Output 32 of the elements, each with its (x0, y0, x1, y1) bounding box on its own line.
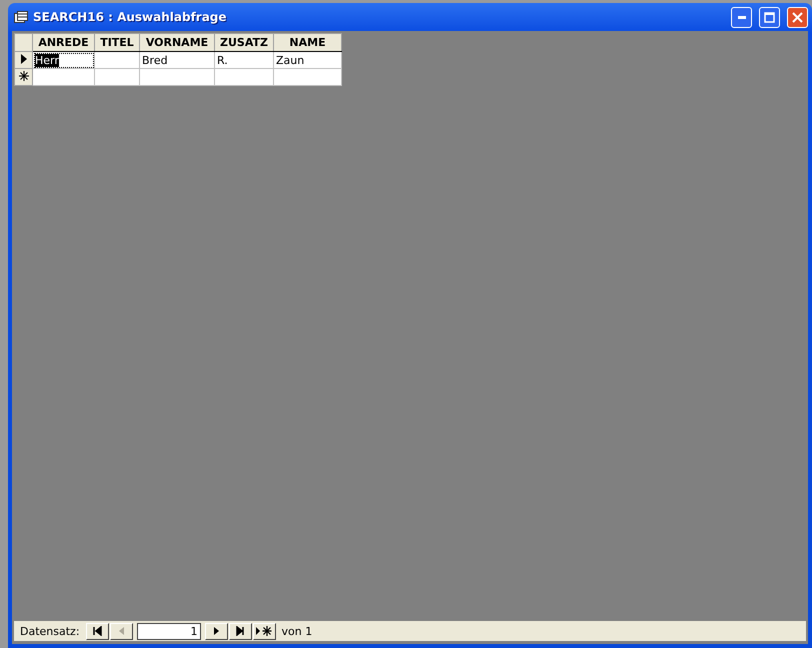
column-header[interactable]: VORNAME (140, 34, 214, 52)
triangle-icon (234, 626, 246, 636)
first-record-button[interactable] (86, 622, 109, 640)
new-record-button[interactable] (252, 622, 276, 640)
datasheet-icon (14, 10, 28, 24)
asterisk-icon (18, 70, 28, 80)
column-header[interactable]: NAME (274, 34, 342, 52)
new-record-icon (255, 626, 274, 636)
maximize-button[interactable] (759, 6, 780, 28)
triangle-icon (92, 626, 103, 636)
window-title: SEARCH16 : Auswahlabfrage (33, 10, 228, 24)
table-cell: Bred (140, 52, 214, 68)
record-count: von 1 (282, 624, 312, 638)
close-button[interactable] (787, 6, 808, 28)
select-all-cell[interactable] (14, 34, 32, 52)
current-record-icon (20, 54, 26, 64)
column-header[interactable]: TITEL (94, 34, 140, 52)
minimize-icon (738, 16, 746, 18)
column-header[interactable]: ZUSATZ (214, 34, 274, 52)
next-record-button[interactable] (204, 622, 228, 640)
minimize-button[interactable] (731, 6, 752, 28)
maximize-icon (764, 12, 775, 22)
record-label: Datensatz: (20, 624, 80, 638)
new-record-selector[interactable] (14, 68, 32, 86)
column-header[interactable]: ANREDE (32, 34, 94, 52)
table-cell: R. (214, 52, 274, 68)
record-selector[interactable] (14, 52, 32, 68)
last-record-button[interactable] (228, 622, 252, 640)
close-icon (792, 12, 803, 22)
table-cell: Herr (32, 52, 94, 68)
record-number-field[interactable]: 1 (136, 622, 201, 640)
table-cell: Zaun (274, 52, 342, 68)
